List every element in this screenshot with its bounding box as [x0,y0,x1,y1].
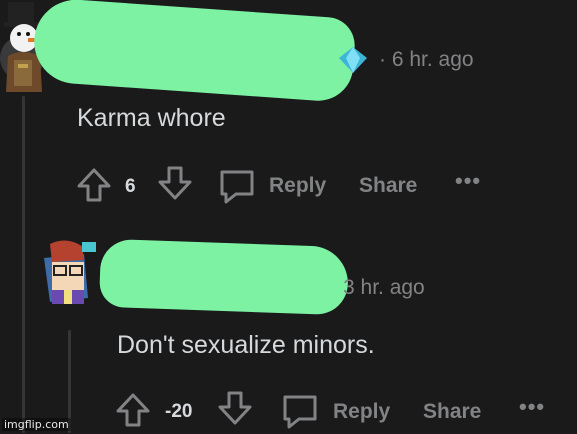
upvote-icon[interactable] [76,168,112,207]
username-redaction [31,0,357,104]
vote-score: 6 [125,176,136,197]
downvote-icon[interactable] [157,166,193,205]
reply-button[interactable]: Reply [333,400,390,424]
comment-body: Karma whore [77,104,226,132]
more-options-button[interactable]: ••• [519,394,545,420]
avatar[interactable] [40,238,102,316]
comment-timestamp: · 6 hr. ago [379,48,474,71]
comment-timestamp: 3 hr. ago [343,276,425,299]
comment-icon[interactable] [218,168,256,209]
reply-button[interactable]: Reply [269,174,326,198]
watermark: imgflip.com [2,418,71,431]
diamond-flair-icon [338,46,368,79]
upvote-icon[interactable] [115,393,151,432]
share-button[interactable]: Share [359,174,417,198]
username-redaction [98,238,350,316]
downvote-icon[interactable] [217,391,253,430]
comment-body: Don't sexualize minors. [117,331,375,359]
vote-score: -20 [165,401,193,422]
share-button[interactable]: Share [423,400,481,424]
comment-icon[interactable] [281,393,319,434]
more-options-button[interactable]: ••• [455,168,481,194]
thread-line[interactable] [22,96,25,433]
